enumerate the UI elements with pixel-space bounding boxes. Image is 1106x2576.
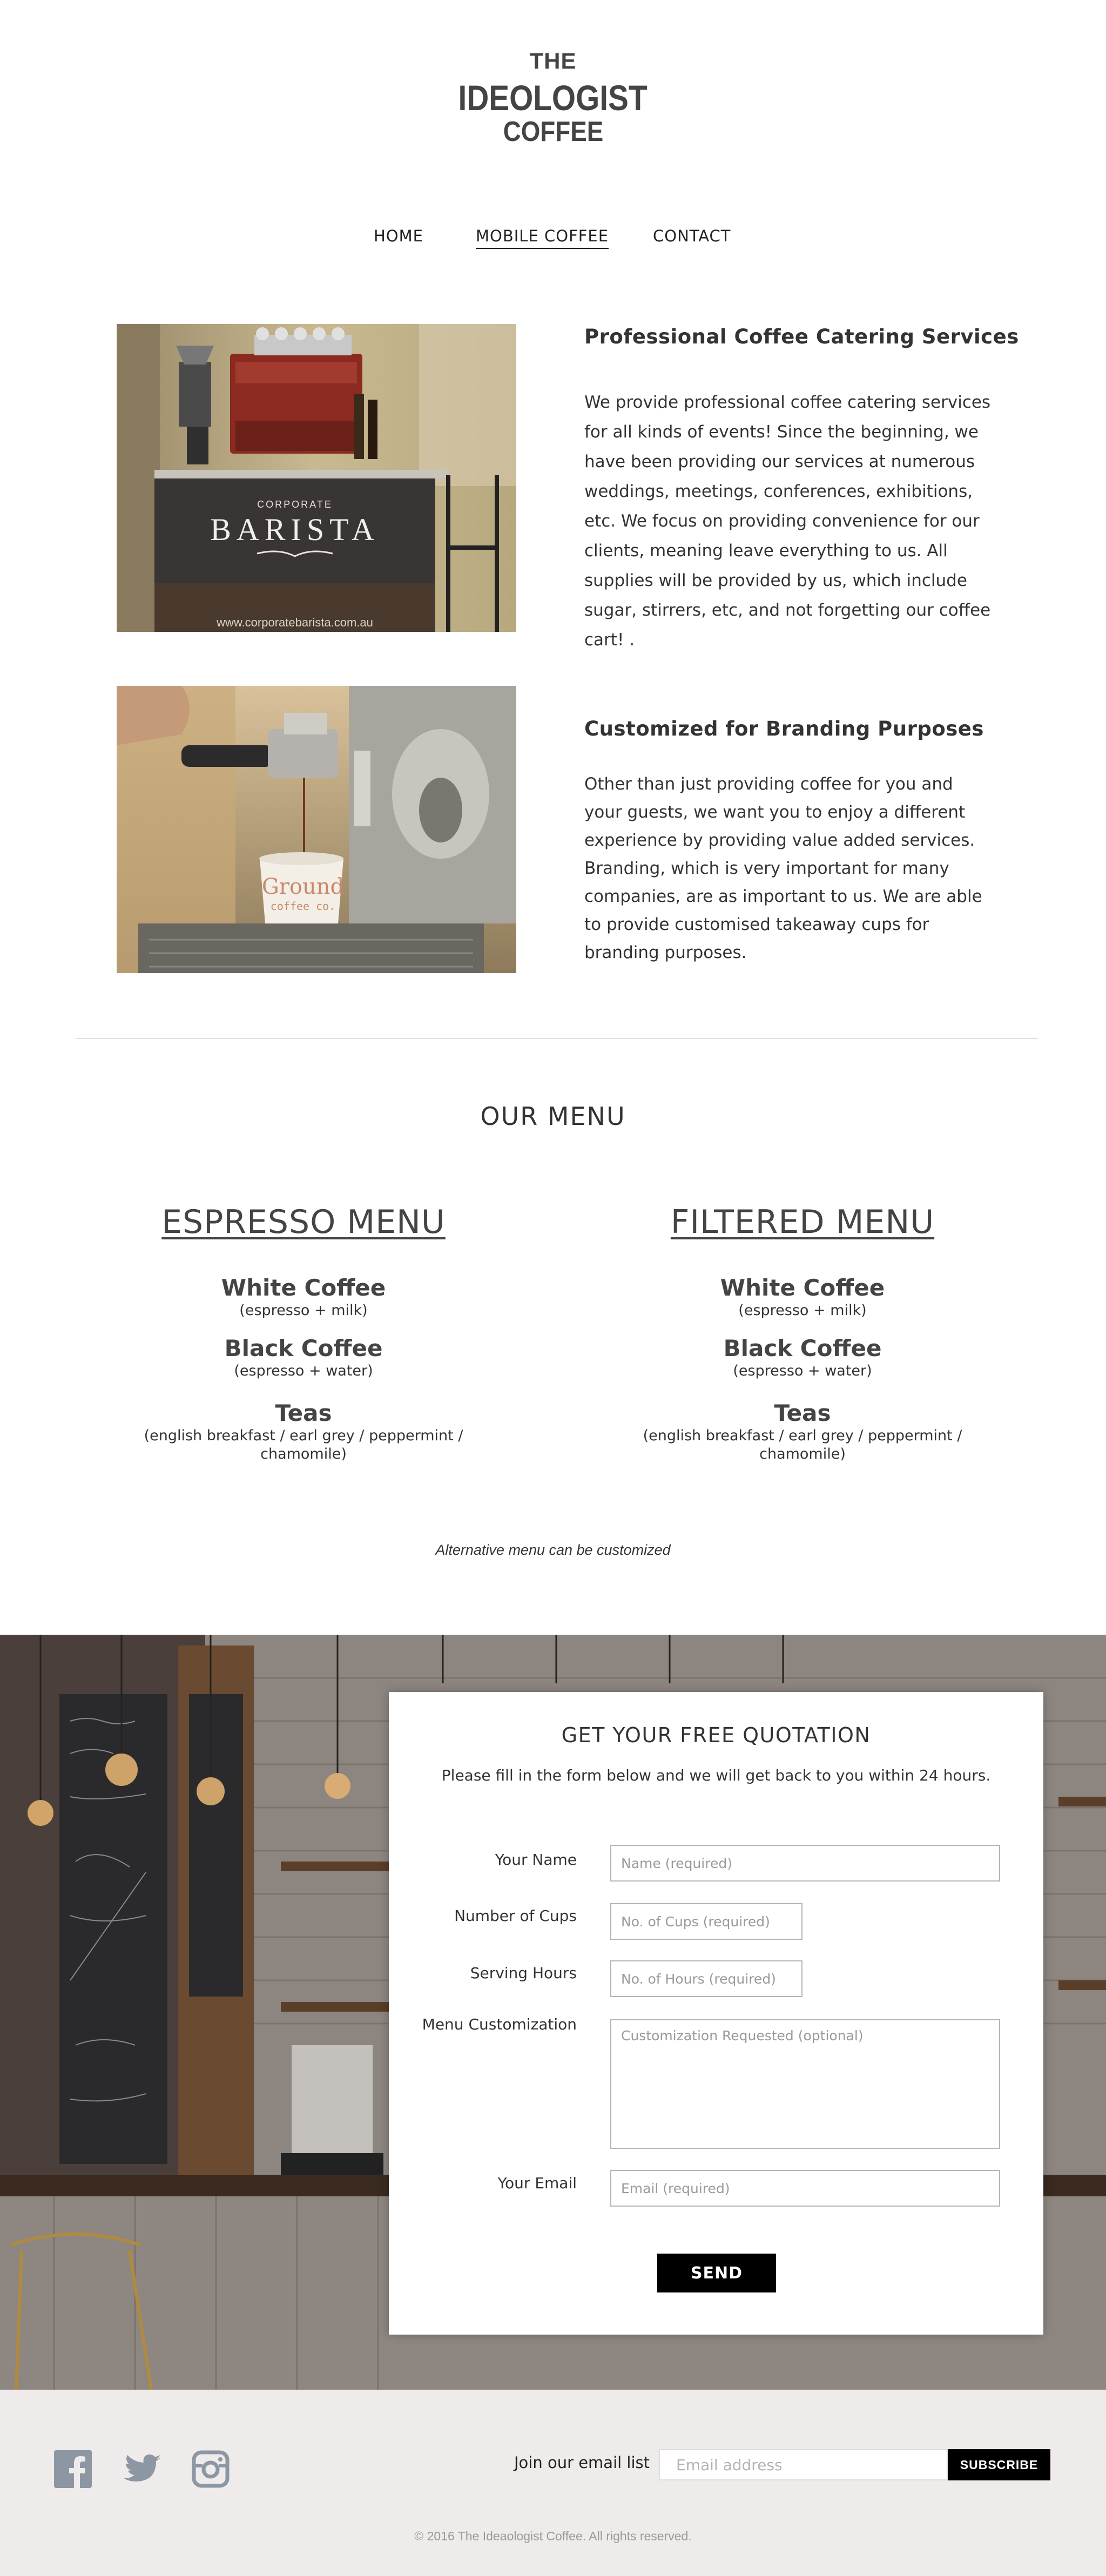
logo-line-the: THE xyxy=(529,48,577,73)
send-button[interactable]: SEND xyxy=(657,2254,776,2292)
menu-item-desc: (espresso + water) xyxy=(733,1363,872,1379)
menu-item-name: Teas xyxy=(774,1400,831,1426)
service-title-branding: Customized for Branding Purposes xyxy=(584,717,984,740)
cups-label: Number of Cups xyxy=(454,1907,577,1925)
section-divider xyxy=(76,1038,1038,1039)
email-list-label: Join our email list xyxy=(514,2453,650,2472)
espresso-menu-title: ESPRESSO MENU xyxy=(161,1203,446,1241)
filtered-menu-title: FILTERED MENU xyxy=(670,1203,935,1241)
name-input[interactable] xyxy=(610,1845,1000,1882)
cart-url: www.corporatebarista.com.au xyxy=(216,616,373,629)
nav-contact[interactable]: CONTACT xyxy=(653,227,731,245)
twitter-icon[interactable] xyxy=(123,2450,161,2488)
filtered-menu: FILTERED MENU White Coffee (espresso + m… xyxy=(613,1203,992,1484)
menu-item: Black Coffee (espresso + water) xyxy=(114,1335,493,1380)
menu-item-name: Teas xyxy=(275,1400,332,1426)
email-input[interactable] xyxy=(610,2170,1000,2207)
logo-line-ideologist: IDEOLOGIST xyxy=(458,78,648,118)
menu-item-name: White Coffee xyxy=(221,1274,386,1301)
service-text-catering: We provide professional coffee catering … xyxy=(584,393,991,650)
menu-item-name: White Coffee xyxy=(720,1274,885,1301)
menu-item-desc: (espresso + water) xyxy=(234,1363,373,1379)
instagram-icon[interactable] xyxy=(192,2450,230,2488)
cup-brand: Ground xyxy=(262,874,344,899)
menu-item-desc: (english breakfast / earl grey / pepperm… xyxy=(144,1427,463,1462)
customization-label: Menu Customization xyxy=(422,2015,577,2033)
cart-brand: BARISTA xyxy=(210,512,380,547)
menu-item-desc: (espresso + milk) xyxy=(239,1302,368,1319)
menu-item-name: Black Coffee xyxy=(224,1335,383,1361)
name-label: Your Name xyxy=(495,1851,577,1869)
nav-home[interactable]: HOME xyxy=(374,227,423,245)
menu-customization-note: Alternative menu can be customized xyxy=(435,1542,671,1558)
footer xyxy=(0,2390,1106,2576)
menu-item-name: Black Coffee xyxy=(723,1335,882,1361)
nav-mobile-coffee[interactable]: MOBILE COFFEE xyxy=(476,227,609,249)
quotation-title: GET YOUR FREE QUOTATION xyxy=(561,1723,871,1747)
menu-item-desc: (english breakfast / earl grey / pepperm… xyxy=(643,1427,962,1462)
service-text-branding: Other than just providing coffee for you… xyxy=(584,774,982,962)
menu-item: White Coffee (espresso + milk) xyxy=(613,1274,992,1320)
menu-item: Black Coffee (espresso + water) xyxy=(613,1335,992,1380)
hours-label: Serving Hours xyxy=(470,1964,577,1982)
copyright: © 2016 The Ideaologist Coffee. All right… xyxy=(414,2529,692,2543)
menu-item: Teas (english breakfast / earl grey / pe… xyxy=(630,1400,975,1464)
hours-input[interactable] xyxy=(610,1960,802,1997)
menu-heading: OUR MENU xyxy=(480,1102,626,1131)
cups-input[interactable] xyxy=(610,1903,802,1940)
email-label: Your Email xyxy=(497,2174,577,2192)
newsletter-email-input[interactable] xyxy=(659,2449,948,2480)
menu-item-desc: (espresso + milk) xyxy=(738,1302,867,1319)
site-logo[interactable]: THE IDEOLOGIST COFFEE xyxy=(0,50,1106,146)
subscribe-button[interactable]: SUBSCRIBE xyxy=(948,2449,1050,2480)
cart-brand-small: CORPORATE xyxy=(257,499,333,510)
menu-item: Teas (english breakfast / earl grey / pe… xyxy=(131,1400,476,1464)
cup-sub: coffee co. xyxy=(271,900,335,913)
quotation-card: GET YOUR FREE QUOTATION Please fill in t… xyxy=(389,1692,1043,2335)
custom-cup-image: Ground coffee co. xyxy=(117,686,516,973)
customization-textarea[interactable] xyxy=(610,2019,1000,2149)
menu-item: White Coffee (espresso + milk) xyxy=(114,1274,493,1320)
espresso-menu: ESPRESSO MENU White Coffee (espresso + m… xyxy=(114,1203,493,1484)
barista-cart-image: CORPORATE BARISTA www.corporatebarista.c… xyxy=(117,324,516,632)
facebook-icon[interactable] xyxy=(54,2450,92,2488)
quotation-subtitle: Please fill in the form below and we wil… xyxy=(441,1766,991,1784)
service-title-catering: Professional Coffee Catering Services xyxy=(584,325,1019,348)
logo-line-coffee: COFFEE xyxy=(503,116,603,147)
